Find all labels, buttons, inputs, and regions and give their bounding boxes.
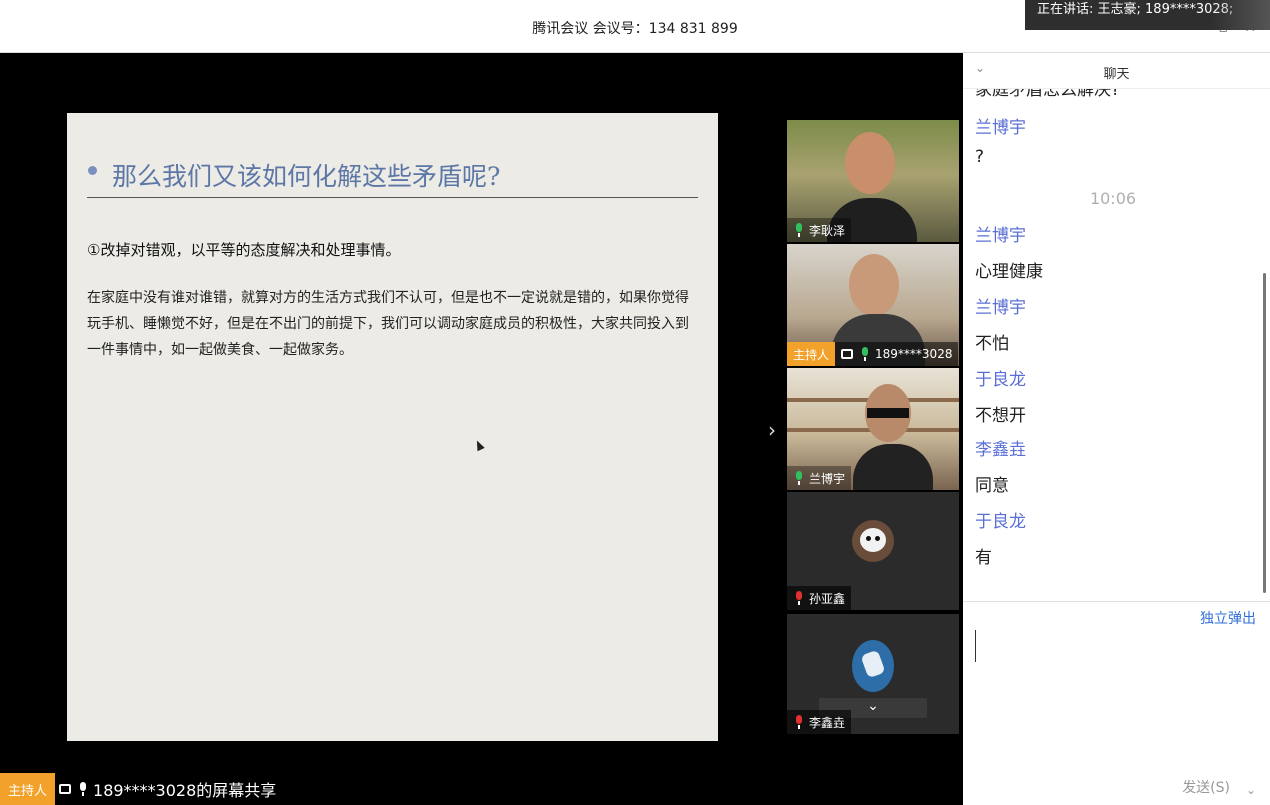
participant-name-bar: 主持人 189****3028 <box>787 342 959 366</box>
participant-tile[interactable]: 兰博宇 <box>787 368 959 490</box>
chat-sender: 兰博宇 <box>975 118 1026 138</box>
host-badge: 主持人 <box>787 342 836 366</box>
chat-timestamp: 10:06 <box>1089 189 1137 208</box>
chat-input-area[interactable]: 独立弹出 发送(S) ⌄ <box>963 601 1270 805</box>
participant-tile[interactable]: 李耿泽 <box>787 120 959 242</box>
microphone-icon <box>77 782 89 796</box>
participant-tile[interactable]: 孙亚鑫 <box>787 492 959 610</box>
chat-message-text: 心理健康 <box>975 262 1043 282</box>
presentation-slide: 那么我们又该如何化解这些矛盾呢? ①改掉对错观，以平等的态度解决和处理事情。 在… <box>67 113 718 741</box>
screen-share-indicator: 主持人 189****3028的屏幕共享 <box>0 773 276 805</box>
avatar <box>852 640 894 692</box>
participant-face <box>849 254 899 316</box>
chat-message-text: 同意 <box>975 476 1009 496</box>
participant-name: 189****3028 <box>875 347 953 361</box>
microphone-muted-icon <box>793 715 805 729</box>
bullet-icon <box>88 166 97 175</box>
popout-link[interactable]: 独立弹出 <box>1200 608 1256 628</box>
chat-sender: 于良龙 <box>975 512 1026 532</box>
screen-share-icon <box>841 349 854 359</box>
chat-scrollbar[interactable] <box>1263 273 1266 593</box>
participant-name-bar: 兰博宇 <box>787 466 852 490</box>
participant-name: 李鑫垚 <box>809 715 846 730</box>
participant-tile[interactable]: 主持人 189****3028 <box>787 244 959 366</box>
chat-message-text: 不想开 <box>975 406 1026 426</box>
participant-body <box>853 444 933 490</box>
chat-sender: 兰博宇 <box>975 226 1026 246</box>
participant-tile[interactable]: ⌄ 李鑫垚 <box>787 614 959 734</box>
slide-heading: 那么我们又该如何化解这些矛盾呢? <box>112 162 501 191</box>
panda-eye <box>866 536 871 541</box>
speaking-indicator: 正在讲话: 王志豪; 189****3028; <box>1025 0 1270 30</box>
chat-message-text: 家庭矛盾怎么解决? <box>975 89 1121 100</box>
chat-message-text: 不怕 <box>975 334 1009 354</box>
chat-messages[interactable]: 家庭矛盾怎么解决? 兰博宇 ? 10:06 兰博宇 心理健康 兰博宇 不怕 于良… <box>963 89 1263 601</box>
screen-share-icon <box>59 784 72 794</box>
participant-name-bar: 李鑫垚 <box>787 710 852 734</box>
slide-subheading: ①改掉对错观，以平等的态度解决和处理事情。 <box>87 241 401 259</box>
chat-sender: 兰博宇 <box>975 298 1026 318</box>
participant-name-bar: 孙亚鑫 <box>787 586 852 610</box>
title-bar: 腾讯会议 会议号：134 831 899 ▫ ✕ 正在讲话: 王志豪; 189*… <box>0 0 1270 53</box>
slide-paragraph: 在家庭中没有谁对谁错，就算对方的生活方式我们不认可，但是也不一定说就是错的，如果… <box>87 290 689 358</box>
chat-message-text: ? <box>975 147 985 167</box>
drink-icon <box>860 649 886 679</box>
text-caret <box>975 630 976 662</box>
chat-sender: 李鑫垚 <box>975 440 1026 460</box>
speaking-text: 正在讲话: 王志豪; 189****3028; <box>1037 2 1234 17</box>
share-label: 189****3028的屏幕共享 <box>93 781 277 800</box>
heading-divider <box>87 197 698 198</box>
chat-sender: 于良龙 <box>975 370 1026 390</box>
chevron-down-icon[interactable]: ⌄ <box>1246 783 1256 797</box>
participant-name: 兰博宇 <box>809 471 846 486</box>
chevron-right-icon[interactable]: › <box>768 418 776 442</box>
chat-title: 聊天 <box>1103 67 1130 82</box>
host-badge: 主持人 <box>0 773 56 805</box>
participant-name: 孙亚鑫 <box>809 591 846 606</box>
participant-name-bar: 李耿泽 <box>787 218 852 242</box>
panda-icon <box>860 528 886 552</box>
sunglasses <box>867 408 909 418</box>
participant-name: 李耿泽 <box>809 223 846 238</box>
panda-eye <box>875 536 880 541</box>
speaking-fade <box>1210 0 1270 30</box>
send-button[interactable]: 发送(S) <box>1182 777 1230 797</box>
chat-panel: ⌄ 聊天 家庭矛盾怎么解决? 兰博宇 ? 10:06 兰博宇 心理健康 兰博宇 … <box>963 53 1270 805</box>
chat-header: ⌄ 聊天 <box>963 53 1270 89</box>
microphone-icon <box>793 223 805 237</box>
microphone-muted-icon <box>793 591 805 605</box>
microphone-icon <box>793 471 805 485</box>
microphone-icon <box>859 347 871 361</box>
chat-message-text: 有 <box>975 548 992 568</box>
avatar <box>852 520 894 562</box>
participant-face <box>845 132 895 194</box>
